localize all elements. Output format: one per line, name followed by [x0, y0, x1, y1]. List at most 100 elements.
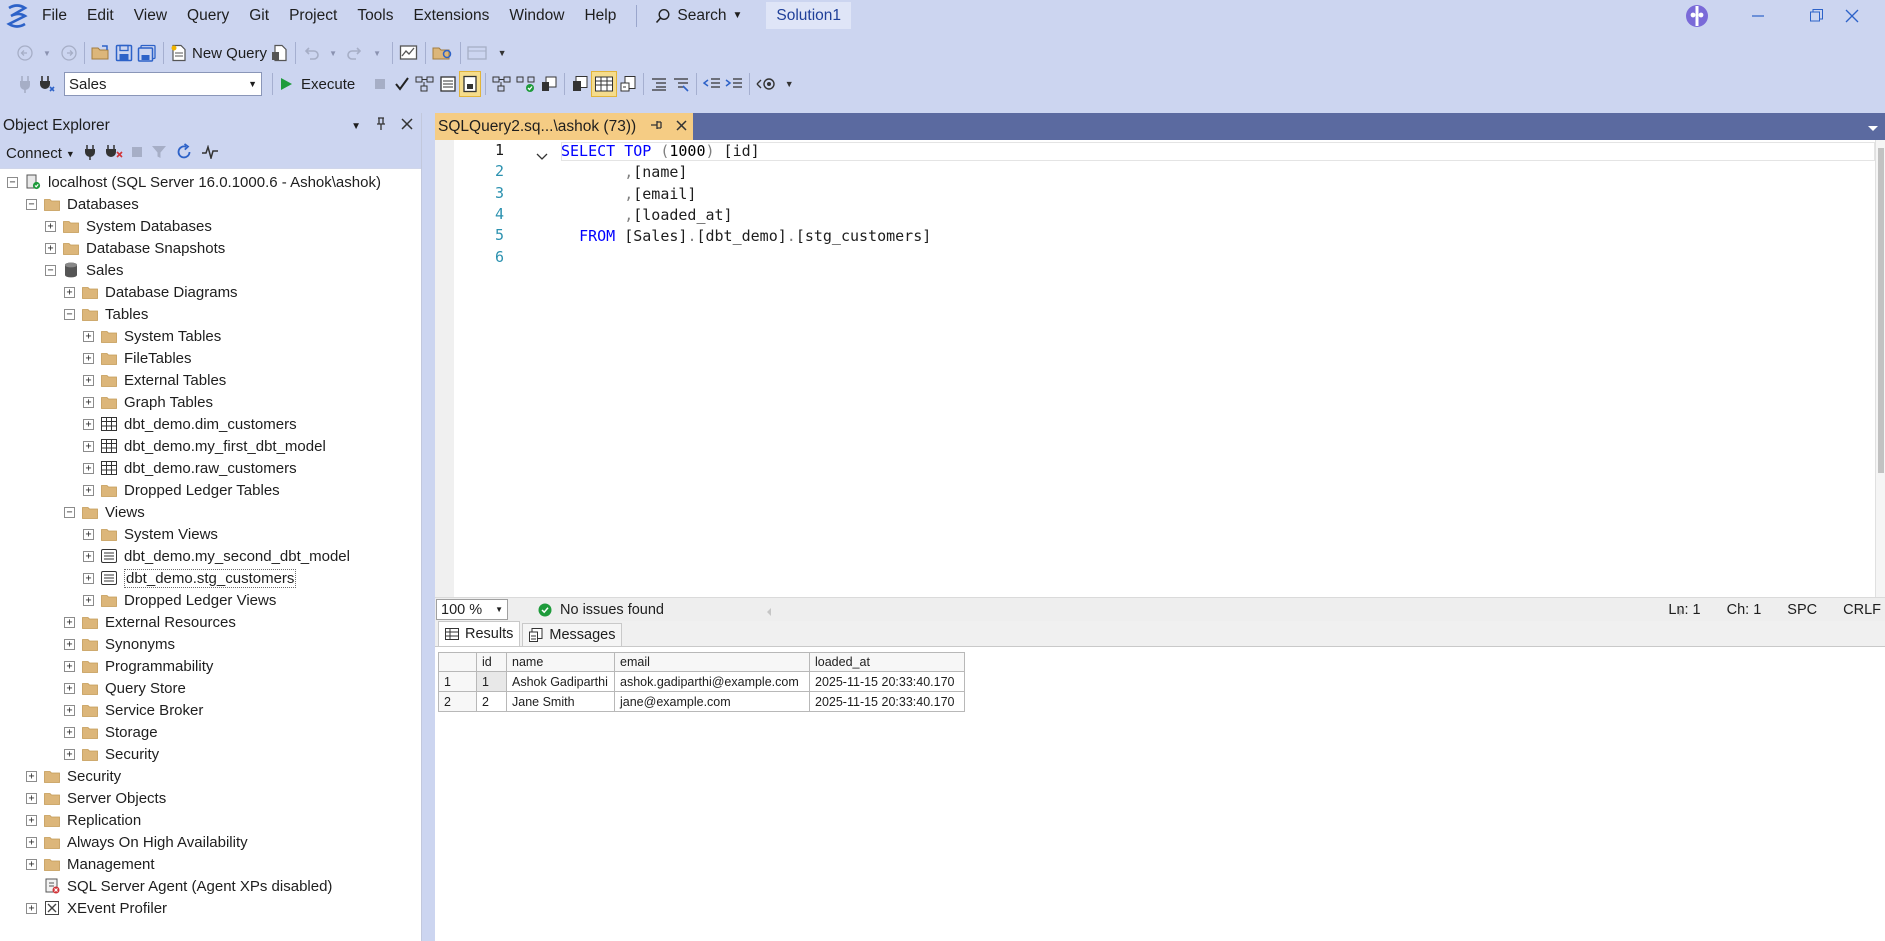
tree-node[interactable]: + Management: [26, 853, 155, 875]
collapse-chevron-icon[interactable]: [536, 148, 548, 165]
expand-icon[interactable]: +: [64, 682, 75, 694]
expand-icon[interactable]: +: [83, 396, 94, 408]
tree-node[interactable]: + Service Broker: [64, 699, 203, 721]
tab-sqlquery2[interactable]: SQLQuery2.sq...\ashok (73)): [435, 113, 694, 140]
save-all-button[interactable]: [135, 40, 159, 66]
tree-node[interactable]: + Synonyms: [64, 633, 175, 655]
tree-node[interactable]: − Sales: [45, 259, 124, 281]
tab-results[interactable]: Results: [438, 621, 521, 646]
activity-monitor-button[interactable]: [397, 40, 421, 66]
decrease-indent-button[interactable]: [701, 71, 723, 97]
tree-node[interactable]: − Tables: [64, 303, 148, 325]
cell-email[interactable]: ashok.gadiparthi@example.com: [614, 671, 810, 692]
comment-lines-button[interactable]: [648, 71, 670, 97]
menu-help[interactable]: Help: [574, 0, 626, 31]
cell-name[interactable]: Ashok Gadiparthi: [506, 671, 615, 692]
table-row[interactable]: 2 2 Jane Smith jane@example.com 2025-11-…: [438, 691, 965, 712]
toolbar-options-dropdown[interactable]: ▼: [491, 40, 513, 66]
expand-icon[interactable]: +: [64, 726, 75, 738]
expand-icon[interactable]: +: [83, 484, 94, 496]
tree-node[interactable]: + Replication: [26, 809, 141, 831]
expand-icon[interactable]: +: [83, 462, 94, 474]
code-line[interactable]: ,[loaded_at]: [561, 205, 732, 226]
tree-node[interactable]: + Database Snapshots: [45, 237, 225, 259]
expand-icon[interactable]: +: [26, 770, 37, 782]
table-row[interactable]: 1 1 Ashok Gadiparthi ashok.gadiparthi@ex…: [438, 671, 965, 692]
tree-node[interactable]: + System Databases: [45, 215, 212, 237]
cell-name[interactable]: Jane Smith: [506, 691, 615, 712]
cell-email[interactable]: jane@example.com: [614, 691, 810, 712]
menu-tools[interactable]: Tools: [347, 0, 403, 31]
expand-icon[interactable]: +: [45, 242, 56, 254]
expand-icon[interactable]: +: [45, 220, 56, 232]
tree-node[interactable]: + Always On High Availability: [26, 831, 248, 853]
code-line[interactable]: ,[email]: [561, 184, 696, 205]
expand-icon[interactable]: +: [83, 594, 94, 606]
panel-menu-dropdown[interactable]: ▼: [351, 121, 361, 132]
minimize-button[interactable]: [1729, 0, 1787, 31]
tree-node[interactable]: + Programmability: [64, 655, 213, 677]
tree-node[interactable]: + FileTables: [83, 347, 192, 369]
toolbar-options-dropdown[interactable]: ▼: [778, 71, 800, 97]
issues-indicator[interactable]: No issues found: [538, 602, 664, 618]
activity-monitor-button[interactable]: [201, 143, 219, 163]
collapse-icon[interactable]: −: [64, 506, 75, 518]
undo-button[interactable]: [300, 40, 322, 66]
intellisense-toggle-button[interactable]: [459, 71, 482, 97]
new-query-with-connection-button[interactable]: [269, 40, 291, 66]
tree-node[interactable]: + Storage: [64, 721, 158, 743]
results-to-file-button[interactable]: [617, 71, 639, 97]
change-connection-button[interactable]: [36, 71, 58, 97]
expand-icon[interactable]: +: [83, 418, 94, 430]
connect-button[interactable]: [14, 71, 36, 97]
connect-plug-button[interactable]: [83, 144, 97, 164]
menu-edit[interactable]: Edit: [77, 0, 124, 31]
redo-button[interactable]: [344, 40, 366, 66]
scrollbar-thumb[interactable]: [1878, 148, 1884, 473]
tab-overflow-dropdown[interactable]: [1867, 120, 1879, 137]
cell-loaded-at[interactable]: 2025-11-15 20:33:40.170: [809, 671, 965, 692]
code-line[interactable]: ,[name]: [561, 162, 687, 183]
back-dropdown[interactable]: ▼: [36, 40, 58, 66]
close-panel-icon[interactable]: [401, 117, 413, 135]
row-number[interactable]: 1: [438, 671, 477, 692]
live-query-stats-button[interactable]: [514, 71, 538, 97]
expand-icon[interactable]: +: [83, 572, 94, 584]
tree-node[interactable]: + Security: [64, 743, 159, 765]
menu-git[interactable]: Git: [239, 0, 279, 31]
cancel-query-button[interactable]: [369, 71, 391, 97]
column-header-loaded-at[interactable]: loaded_at: [809, 652, 965, 672]
expand-icon[interactable]: +: [64, 638, 75, 650]
menu-view[interactable]: View: [124, 0, 177, 31]
menu-file[interactable]: File: [32, 0, 77, 31]
tree-node[interactable]: + External Tables: [83, 369, 226, 391]
row-number[interactable]: 2: [438, 691, 477, 712]
include-actual-plan-button[interactable]: [490, 71, 514, 97]
tree-node[interactable]: − Databases: [26, 193, 139, 215]
expand-icon[interactable]: +: [64, 704, 75, 716]
forward-button[interactable]: [58, 40, 80, 66]
tree-node[interactable]: − localhost (SQL Server 16.0.1000.6 - Ash…: [7, 171, 381, 193]
menu-query[interactable]: Query: [177, 0, 239, 31]
row-number-header[interactable]: [438, 652, 477, 672]
collapse-icon[interactable]: −: [26, 198, 37, 210]
expand-icon[interactable]: +: [26, 792, 37, 804]
expand-icon[interactable]: +: [64, 660, 75, 672]
tree-node[interactable]: + Query Store: [64, 677, 186, 699]
restore-button[interactable]: [1787, 0, 1845, 31]
back-button[interactable]: [14, 40, 36, 66]
cell-id[interactable]: 2: [476, 691, 507, 712]
tree-node[interactable]: + dbt_demo.raw_customers: [83, 457, 297, 479]
tree-node[interactable]: − Views: [64, 501, 145, 523]
tree-node[interactable]: + Dropped Ledger Views: [83, 589, 276, 611]
refresh-button[interactable]: [175, 142, 193, 165]
menu-extensions[interactable]: Extensions: [404, 0, 500, 31]
results-grid[interactable]: id name email loaded_at 1 1 Ashok Gadipa…: [438, 652, 965, 712]
increase-indent-button[interactable]: [723, 71, 745, 97]
menu-project[interactable]: Project: [279, 0, 347, 31]
tree-node[interactable]: + Security: [26, 765, 121, 787]
execute-button[interactable]: Execute: [277, 71, 357, 97]
tree-node[interactable]: + Server Objects: [26, 787, 166, 809]
expand-icon[interactable]: +: [64, 616, 75, 628]
pin-tab-icon[interactable]: [650, 118, 662, 136]
